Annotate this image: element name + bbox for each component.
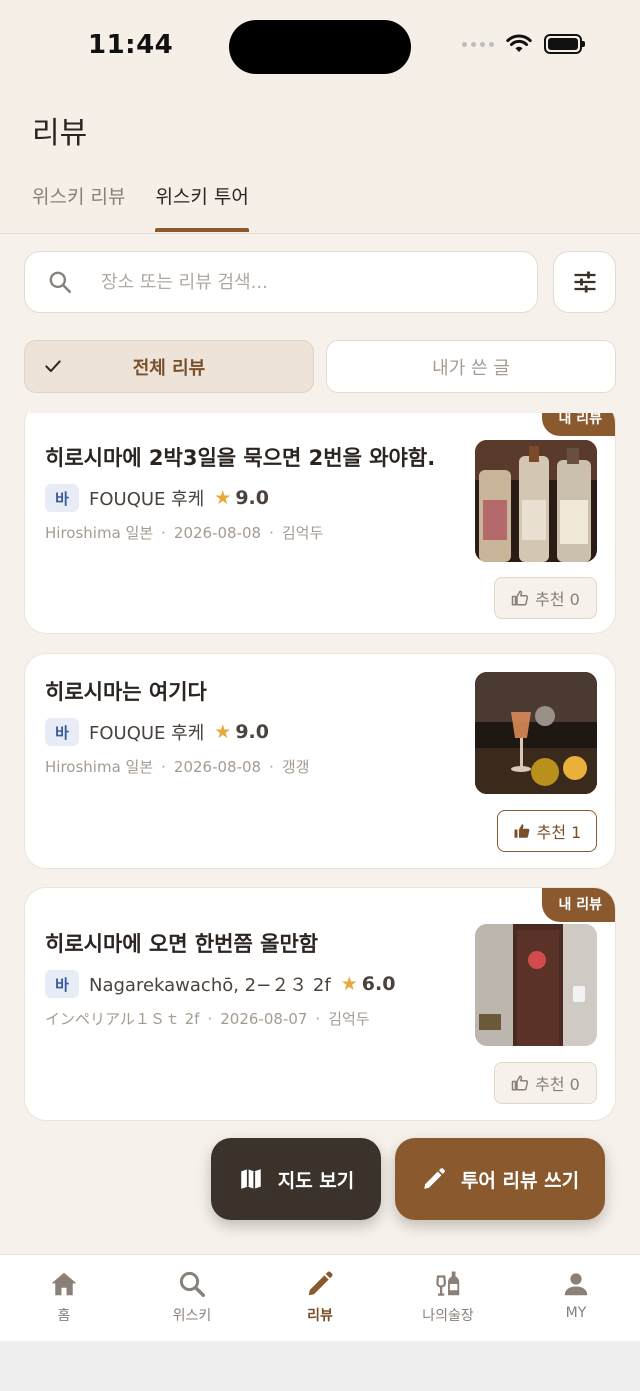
nav-item-my-cabinet[interactable]: 나의술장 <box>384 1255 512 1341</box>
review-list[interactable]: 내 리뷰 히로시마에 2박3일을 묵으면 2번을 와야함. 바 FOUQUE 후… <box>0 413 640 1243</box>
segment-my-posts[interactable]: 내가 쓴 글 <box>326 340 616 393</box>
recommend-button[interactable]: 추천 1 <box>497 810 597 852</box>
thumbs-up-icon <box>514 824 530 838</box>
search-icon <box>49 271 72 294</box>
my-review-badge: 내 리뷰 <box>542 888 615 922</box>
review-title: 히로시마에 2박3일을 묵으면 2번을 와야함. <box>45 446 436 470</box>
recommend-label: 추천 1 <box>536 823 582 842</box>
review-place-row: 바 Nagarekawachō, 2−２３ 2f ★ 6.0 <box>45 970 395 998</box>
nav-label: 리뷰 <box>307 1308 333 1324</box>
bottom-nav: 홈 위스키 리뷰 나의술장 MY <box>0 1254 640 1341</box>
check-icon <box>45 360 61 372</box>
nav-label: MY <box>565 1305 587 1321</box>
review-tabs: 위스키 리뷰 위스키 투어 <box>32 182 250 232</box>
nav-item-my[interactable]: MY <box>512 1255 640 1341</box>
nav-item-review[interactable]: 리뷰 <box>256 1255 384 1341</box>
home-indicator-area <box>0 1341 640 1391</box>
review-title: 히로시마는 여기다 <box>45 680 207 704</box>
status-bar: 11:44 <box>0 0 640 96</box>
header: 리뷰 위스키 리뷰 위스키 투어 <box>0 96 640 234</box>
rating-value: 9.0 <box>235 721 269 743</box>
signal-icon <box>462 41 494 47</box>
nav-item-home[interactable]: 홈 <box>0 1255 128 1341</box>
write-tour-review-label: 투어 리뷰 쓰기 <box>460 1169 580 1192</box>
review-sub-info: インペリアル１Ｓｔ 2f · 2026-08-07 · 김억두 <box>45 1010 370 1028</box>
review-author: 김억두 <box>328 1010 370 1028</box>
recommend-label: 추천 0 <box>535 590 580 609</box>
recommend-button[interactable]: 추천 0 <box>494 1062 597 1104</box>
review-date: 2026-08-08 <box>173 524 262 542</box>
place-type-chip: 바 <box>45 484 79 512</box>
review-date: 2026-08-08 <box>173 758 262 776</box>
review-date: 2026-08-07 <box>220 1010 308 1028</box>
tab-whisky-review[interactable]: 위스키 리뷰 <box>32 182 125 232</box>
review-author: 갱갱 <box>281 758 310 776</box>
home-icon <box>51 1272 77 1296</box>
sliders-icon <box>574 271 595 293</box>
place-name: FOUQUE 후케 <box>89 489 205 510</box>
review-location: Hiroshima 일본 <box>45 524 154 542</box>
review-location: インペリアル１Ｓｔ 2f <box>45 1010 200 1028</box>
map-icon <box>240 1169 261 1189</box>
review-sub-info: Hiroshima 일본 · 2026-08-08 · 갱갱 <box>45 758 310 776</box>
view-map-label: 지도 보기 <box>277 1169 355 1192</box>
segment-mine-label: 내가 쓴 글 <box>432 357 510 379</box>
bottles-icon <box>436 1271 460 1296</box>
review-card[interactable]: 내 리뷰 히로시마에 2박3일을 묵으면 2번을 와야함. 바 FOUQUE 후… <box>24 413 616 634</box>
page-title: 리뷰 <box>32 116 88 151</box>
battery-icon <box>544 34 585 54</box>
search-box[interactable] <box>24 251 538 313</box>
write-tour-review-button[interactable]: 투어 리뷰 쓰기 <box>395 1138 605 1220</box>
pencil-icon <box>308 1271 333 1296</box>
place-name: Nagarekawachō, 2−２３ 2f <box>89 975 331 996</box>
thumbs-up-icon <box>511 1075 529 1091</box>
nav-label: 나의술장 <box>422 1308 474 1324</box>
search-icon <box>179 1271 205 1297</box>
review-sub-info: Hiroshima 일본 · 2026-08-08 · 김억두 <box>45 524 324 542</box>
place-type-chip: 바 <box>45 970 79 998</box>
segment-all-reviews[interactable]: 전체 리뷰 <box>24 340 314 393</box>
pencil-icon <box>424 1168 445 1189</box>
review-thumbnail <box>475 924 597 1046</box>
segment-all-label: 전체 리뷰 <box>132 357 206 379</box>
recommend-button[interactable]: 추천 0 <box>494 577 597 619</box>
review-card[interactable]: 내 리뷰 히로시마에 오면 한번쯤 올만함 바 Nagarekawachō, 2… <box>24 887 616 1121</box>
review-card[interactable]: 히로시마는 여기다 바 FOUQUE 후케 ★ 9.0 Hiroshima 일본… <box>24 653 616 869</box>
status-icons <box>462 34 585 54</box>
recommend-label: 추천 0 <box>535 1075 580 1094</box>
review-place-row: 바 FOUQUE 후케 ★ 9.0 <box>45 484 269 512</box>
review-author: 김억두 <box>281 524 324 542</box>
rating-value: 6.0 <box>361 973 396 995</box>
thumbs-up-icon <box>511 590 529 606</box>
my-review-badge: 내 리뷰 <box>542 413 615 436</box>
review-thumbnail <box>475 672 597 794</box>
review-place-row: 바 FOUQUE 후케 ★ 9.0 <box>45 718 269 746</box>
nav-item-whisky[interactable]: 위스키 <box>128 1255 256 1341</box>
review-title: 히로시마에 오면 한번쯤 올만함 <box>45 932 319 956</box>
star-icon: ★ <box>214 487 232 509</box>
review-thumbnail <box>475 440 597 562</box>
rating-value: 9.0 <box>235 487 269 509</box>
search-input[interactable] <box>101 271 481 293</box>
tab-whisky-tour[interactable]: 위스키 투어 <box>155 182 250 232</box>
filter-button[interactable] <box>553 251 616 313</box>
nav-label: 홈 <box>57 1308 71 1324</box>
dynamic-island <box>229 20 411 74</box>
review-location: Hiroshima 일본 <box>45 758 154 776</box>
place-name: FOUQUE 후케 <box>89 723 205 744</box>
wifi-icon <box>506 34 532 52</box>
status-time: 11:44 <box>88 30 174 60</box>
star-icon: ★ <box>340 973 358 995</box>
person-icon <box>564 1273 588 1296</box>
nav-label: 위스키 <box>172 1308 212 1324</box>
place-type-chip: 바 <box>45 718 79 746</box>
view-map-button[interactable]: 지도 보기 <box>211 1138 381 1220</box>
star-icon: ★ <box>214 721 232 743</box>
